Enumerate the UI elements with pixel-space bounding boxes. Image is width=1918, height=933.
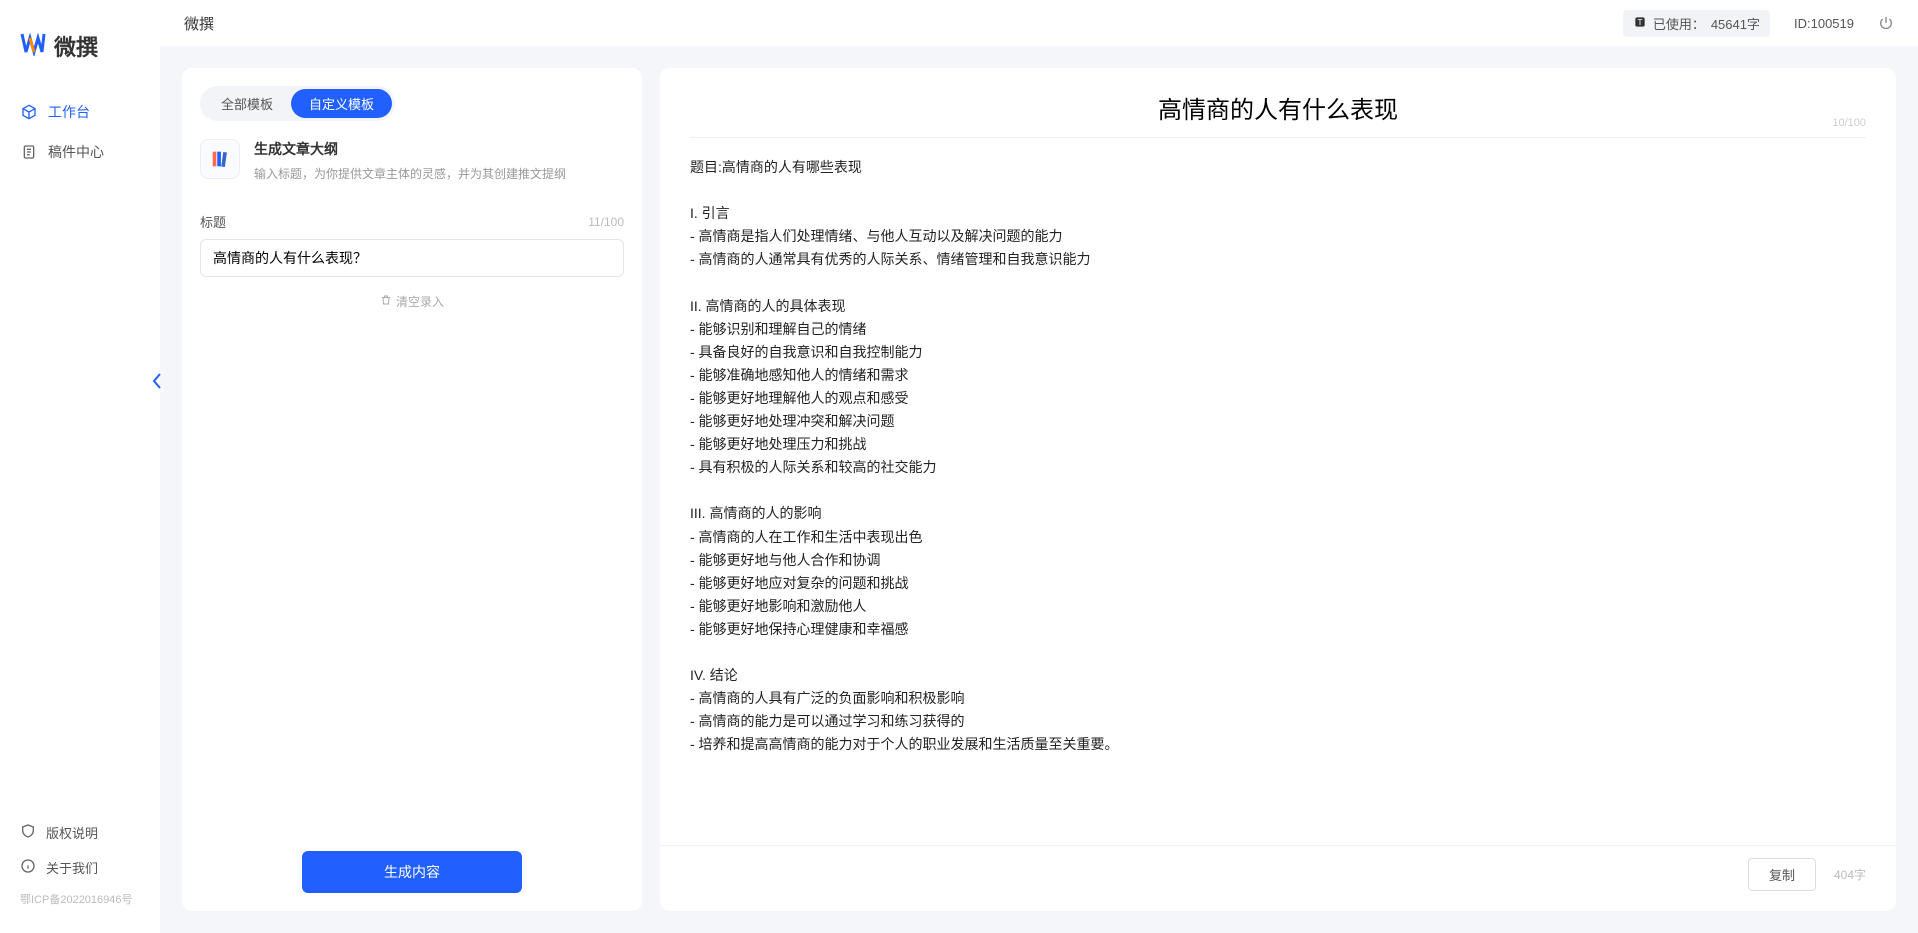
label-row: 标题 11/100: [200, 212, 624, 231]
output-body[interactable]: 题目:高情商的人有哪些表现 I. 引言 - 高情商是指人们处理情绪、与他人互动以…: [660, 138, 1896, 845]
generate-button[interactable]: 生成内容: [302, 851, 522, 893]
power-icon[interactable]: [1878, 15, 1894, 31]
nav: 工作台 稿件中心: [0, 92, 160, 815]
sb-label: 版权说明: [46, 823, 98, 842]
text-icon: T: [1633, 15, 1647, 32]
output-title-input[interactable]: [690, 94, 1866, 121]
output-head: 10/100: [660, 68, 1896, 131]
clear-label: 清空录入: [396, 293, 444, 310]
output-title-counter: 10/100: [1832, 117, 1866, 129]
tabs-wrap: 全部模板 自定义模板: [182, 68, 642, 121]
template-meta: 生成文章大纲 输入标题，为你提供文章主体的灵感，并为其创建推文提纲: [254, 139, 566, 184]
cube-icon: [20, 103, 38, 121]
topbar-right: T 已使用： 45641字 ID:100519: [1623, 10, 1894, 37]
output-foot: 复制 404字: [660, 845, 1896, 911]
template-card: 生成文章大纲 输入标题，为你提供文章主体的灵感，并为其创建推文提纲: [182, 121, 642, 202]
sb-item-about[interactable]: 关于我们: [0, 850, 160, 885]
title-input[interactable]: [200, 239, 624, 277]
sidebar-collapse-handle[interactable]: [150, 370, 164, 392]
workspace: 全部模板 自定义模板 生成文章大纲 输入标题，为你提供文章主体的灵感，并为其创建…: [160, 46, 1918, 933]
doc-icon: [20, 143, 38, 161]
sidebar-bottom: 版权说明 关于我们 鄂ICP备2022016946号: [0, 815, 160, 933]
logo: 微撰: [0, 30, 160, 92]
sb-item-copyright[interactable]: 版权说明: [0, 815, 160, 850]
output-char-count: 404字: [1834, 866, 1866, 883]
shield-icon: [20, 823, 36, 842]
books-icon: [200, 139, 240, 179]
tab-custom-template[interactable]: 自定义模板: [291, 89, 392, 118]
sidebar: 微撰 工作台 稿件中心 版权说明: [0, 0, 160, 933]
logo-icon: [20, 30, 46, 62]
sb-label: 关于我们: [46, 858, 98, 877]
copy-button[interactable]: 复制: [1748, 858, 1816, 891]
template-tabs: 全部模板 自定义模板: [200, 86, 395, 121]
svg-text:T: T: [1637, 17, 1642, 26]
tab-all-templates[interactable]: 全部模板: [203, 89, 291, 118]
logo-text: 微撰: [54, 30, 98, 62]
usage-badge[interactable]: T 已使用： 45641字: [1623, 10, 1770, 37]
info-icon: [20, 858, 36, 877]
form-area: 标题 11/100 清空录入: [182, 202, 642, 833]
nav-label: 工作台: [48, 102, 90, 122]
id-value: 100519: [1811, 16, 1854, 31]
submit-row: 生成内容: [182, 833, 642, 911]
user-id: ID:100519: [1794, 16, 1854, 31]
title-field-label: 标题: [200, 212, 226, 231]
trash-icon: [380, 294, 392, 309]
title-counter: 11/100: [588, 215, 624, 229]
panel-input: 全部模板 自定义模板 生成文章大纲 输入标题，为你提供文章主体的灵感，并为其创建…: [182, 68, 642, 911]
clear-input-link[interactable]: 清空录入: [380, 293, 444, 310]
icp-text: 鄂ICP备2022016946号: [0, 885, 160, 913]
id-prefix: ID:: [1794, 16, 1811, 31]
nav-label: 稿件中心: [48, 142, 104, 162]
template-desc: 输入标题，为你提供文章主体的灵感，并为其创建推文提纲: [254, 165, 566, 184]
topbar: 微撰 T 已使用： 45641字 ID:100519: [160, 0, 1918, 46]
template-title: 生成文章大纲: [254, 139, 566, 159]
app-title: 微撰: [184, 13, 214, 34]
nav-item-workbench[interactable]: 工作台: [0, 92, 160, 132]
nav-item-drafts[interactable]: 稿件中心: [0, 132, 160, 172]
usage-value: 45641字: [1711, 14, 1760, 33]
main: 微撰 T 已使用： 45641字 ID:100519: [160, 0, 1918, 933]
usage-prefix: 已使用：: [1653, 14, 1705, 33]
panel-output: 10/100 题目:高情商的人有哪些表现 I. 引言 - 高情商是指人们处理情绪…: [660, 68, 1896, 911]
